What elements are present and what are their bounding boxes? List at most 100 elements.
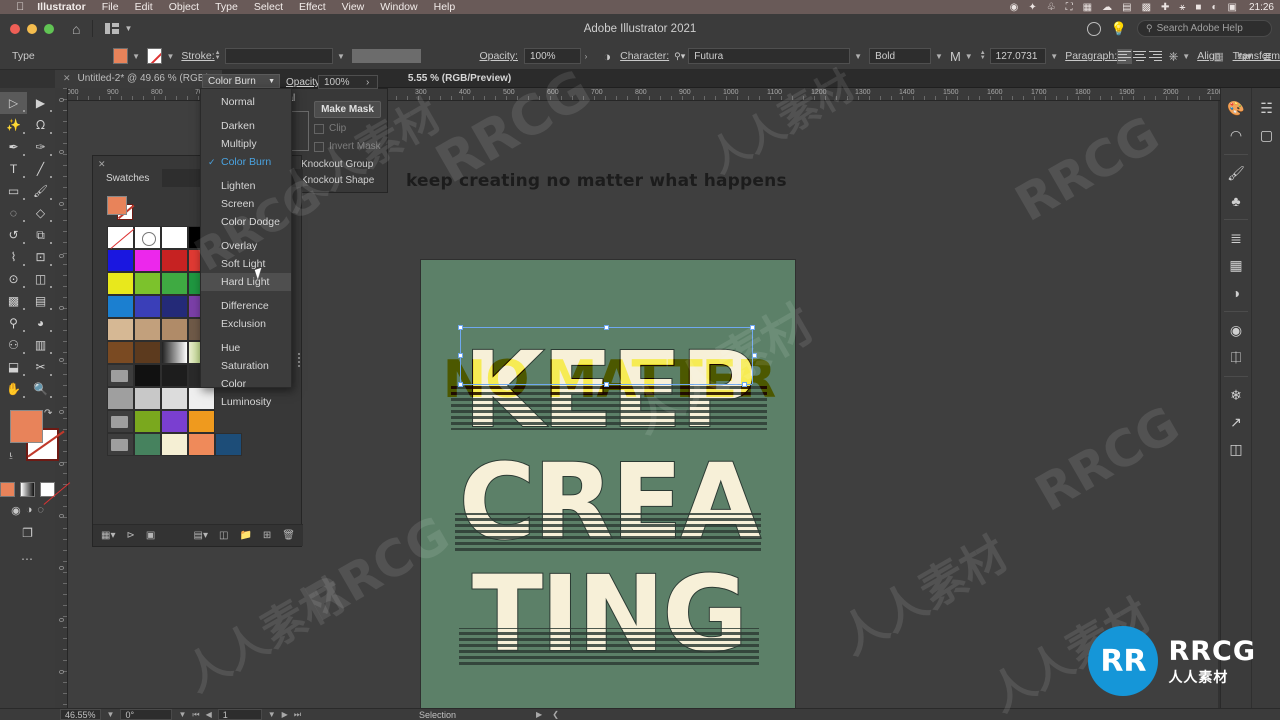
menu-item-effect[interactable]: Effect bbox=[299, 1, 326, 13]
blend-mode-item-multiply[interactable]: Multiply bbox=[201, 135, 291, 153]
blend-mode-item-luminosity[interactable]: Luminosity bbox=[201, 393, 291, 411]
scale-tool[interactable]: ⧉ bbox=[27, 224, 54, 246]
search-icon[interactable] bbox=[1086, 21, 1101, 36]
swatch-color[interactable] bbox=[134, 295, 161, 318]
artboards-icon[interactable]: ◫ bbox=[1221, 436, 1251, 463]
checkbox[interactable] bbox=[314, 141, 324, 152]
swatch-color[interactable] bbox=[161, 433, 188, 456]
prev-artboard-icon[interactable]: ◀ bbox=[206, 710, 212, 719]
align-right-icon[interactable] bbox=[1148, 49, 1163, 64]
type-tool[interactable]: T bbox=[0, 158, 27, 180]
swatch-color[interactable] bbox=[107, 387, 134, 410]
first-artboard-icon[interactable]: ⏮ bbox=[192, 710, 199, 720]
column-graph-tool[interactable]: ▥ bbox=[27, 334, 54, 356]
opacity-field[interactable]: 100% bbox=[523, 48, 581, 64]
invert-mask-checkbox[interactable]: Invert Mask bbox=[314, 141, 381, 152]
menu-item-window[interactable]: Window bbox=[380, 1, 417, 13]
screen-record-icon[interactable]: ⛶ bbox=[1066, 2, 1073, 13]
direct-selection-tool[interactable]: ▶ bbox=[27, 92, 54, 114]
menu-item-illustrator[interactable]: Illustrator bbox=[37, 1, 85, 13]
swatch-color[interactable] bbox=[134, 364, 161, 387]
creative-cloud-icon[interactable]: ◉ bbox=[1010, 2, 1019, 13]
font-size-stepper[interactable]: ▲ ▼ bbox=[980, 50, 986, 61]
selection-handle[interactable] bbox=[604, 325, 609, 330]
swatch-color[interactable] bbox=[107, 318, 134, 341]
fill-preview[interactable] bbox=[107, 196, 127, 215]
width-tool[interactable]: ⌇ bbox=[0, 246, 27, 268]
hand-tool[interactable]: ✋ bbox=[0, 378, 27, 400]
screen-mode-icon[interactable]: ❐ bbox=[0, 526, 55, 540]
color-icon[interactable] bbox=[0, 482, 15, 497]
font-metrics-icon[interactable]: M bbox=[950, 49, 961, 64]
dropbox-icon[interactable]: ✦ bbox=[1028, 2, 1036, 13]
properties-icon[interactable]: ☵ bbox=[1252, 95, 1280, 122]
artboard-number-field[interactable]: 1 bbox=[217, 709, 262, 720]
artboard-chevron-down-icon[interactable]: ▼ bbox=[268, 710, 276, 719]
mesh-tool[interactable]: ▩ bbox=[0, 290, 27, 312]
selection-handle[interactable] bbox=[604, 382, 609, 387]
graphic-styles-icon[interactable]: ⎅ bbox=[1221, 344, 1251, 371]
rotate-chevron-down-icon[interactable]: ▼ bbox=[178, 710, 186, 719]
lasso-tool[interactable]: ᘯ bbox=[27, 114, 54, 136]
grid-icon[interactable]: ▦ bbox=[1214, 50, 1224, 63]
none-icon[interactable] bbox=[40, 482, 55, 497]
selection-handle[interactable] bbox=[458, 382, 463, 387]
swatch-folder[interactable] bbox=[107, 364, 134, 387]
onedrive-icon[interactable]: ☁ bbox=[1102, 2, 1112, 13]
free-transform-tool[interactable]: ⊡ bbox=[27, 246, 54, 268]
stroke-swatch-button[interactable] bbox=[147, 48, 163, 64]
zoom-chevron-down-icon[interactable]: ▼ bbox=[107, 710, 115, 719]
perspective-grid-tool[interactable]: ◫ bbox=[27, 268, 54, 290]
swatch-color[interactable] bbox=[161, 272, 188, 295]
swatch-color[interactable] bbox=[188, 433, 215, 456]
stroke-chevron-down-icon[interactable]: ▼ bbox=[166, 52, 174, 61]
menu-item-edit[interactable]: Edit bbox=[135, 1, 153, 13]
opacity-expand-icon[interactable]: › bbox=[585, 52, 588, 61]
slice-tool[interactable]: ✂ bbox=[27, 356, 54, 378]
artboard-overlay-text[interactable]: NO MATTER bbox=[421, 350, 795, 410]
default-fill-stroke-icon[interactable]: ⍸ bbox=[8, 449, 14, 460]
blend-mode-dropdown-button[interactable]: Color Burn ▼ bbox=[202, 74, 280, 88]
tab-swatches[interactable]: Swatches bbox=[93, 169, 163, 187]
new-color-group-icon[interactable]: ◫ bbox=[219, 530, 228, 541]
draw-normal-icon[interactable]: ◉ bbox=[11, 504, 21, 517]
paintbrush-tool[interactable]: 🖌 bbox=[27, 180, 54, 202]
character-search-icon[interactable]: ⚲▾ bbox=[674, 51, 685, 62]
layers-icon[interactable]: ❄ bbox=[1221, 382, 1251, 409]
stroke-profile-field[interactable] bbox=[351, 49, 422, 63]
close-icon[interactable]: ✕ bbox=[63, 73, 71, 84]
gradient-icon[interactable] bbox=[20, 482, 35, 497]
selection-handle[interactable] bbox=[458, 325, 463, 330]
curvature-tool[interactable]: ✑ bbox=[27, 136, 54, 158]
app-icon[interactable]: ▩ bbox=[1142, 2, 1151, 13]
canvas-caption-text[interactable]: keep creating no matter what happens bbox=[406, 171, 787, 191]
blend-mode-item-difference[interactable]: Difference bbox=[201, 297, 291, 315]
pen-tool[interactable]: ✒ bbox=[0, 136, 27, 158]
font-family-field[interactable]: Futura bbox=[688, 48, 851, 64]
swatch-color[interactable] bbox=[134, 433, 161, 456]
swatch-none[interactable] bbox=[107, 226, 134, 249]
selection-handle[interactable] bbox=[752, 353, 757, 358]
airplay-icon[interactable]: ▣ bbox=[1228, 2, 1237, 13]
blend-mode-item-exclusion[interactable]: Exclusion bbox=[201, 315, 291, 333]
swatch-color[interactable] bbox=[161, 318, 188, 341]
swatch-color[interactable] bbox=[134, 249, 161, 272]
magic-wand-tool[interactable]: ✨ bbox=[0, 114, 27, 136]
symbol-sprayer-tool[interactable]: ⚇ bbox=[0, 334, 27, 356]
swatch-color[interactable] bbox=[215, 433, 242, 456]
opacity-expand-icon[interactable]: › bbox=[366, 77, 369, 88]
align-icon[interactable]: ≣ bbox=[1221, 225, 1251, 252]
blend-mode-item-overlay[interactable]: Overlay bbox=[201, 237, 291, 255]
swatch-color[interactable] bbox=[134, 410, 161, 433]
rotate-tool[interactable]: ↺ bbox=[0, 224, 27, 246]
menu-item-object[interactable]: Object bbox=[169, 1, 199, 13]
new-swatch-icon[interactable]: ⊞ bbox=[263, 530, 271, 541]
new-folder-icon[interactable]: 📁 bbox=[239, 530, 251, 541]
draw-behind-icon[interactable]: ◑ bbox=[26, 504, 33, 517]
knockout-group-label[interactable]: Knockout Group bbox=[301, 159, 373, 170]
more-tools-icon[interactable]: ⋯ bbox=[0, 552, 55, 566]
swatch-color[interactable] bbox=[161, 364, 188, 387]
stroke-weight-field[interactable] bbox=[224, 48, 333, 64]
minimize-window-button[interactable] bbox=[27, 23, 37, 34]
menu-item-file[interactable]: File bbox=[102, 1, 119, 13]
